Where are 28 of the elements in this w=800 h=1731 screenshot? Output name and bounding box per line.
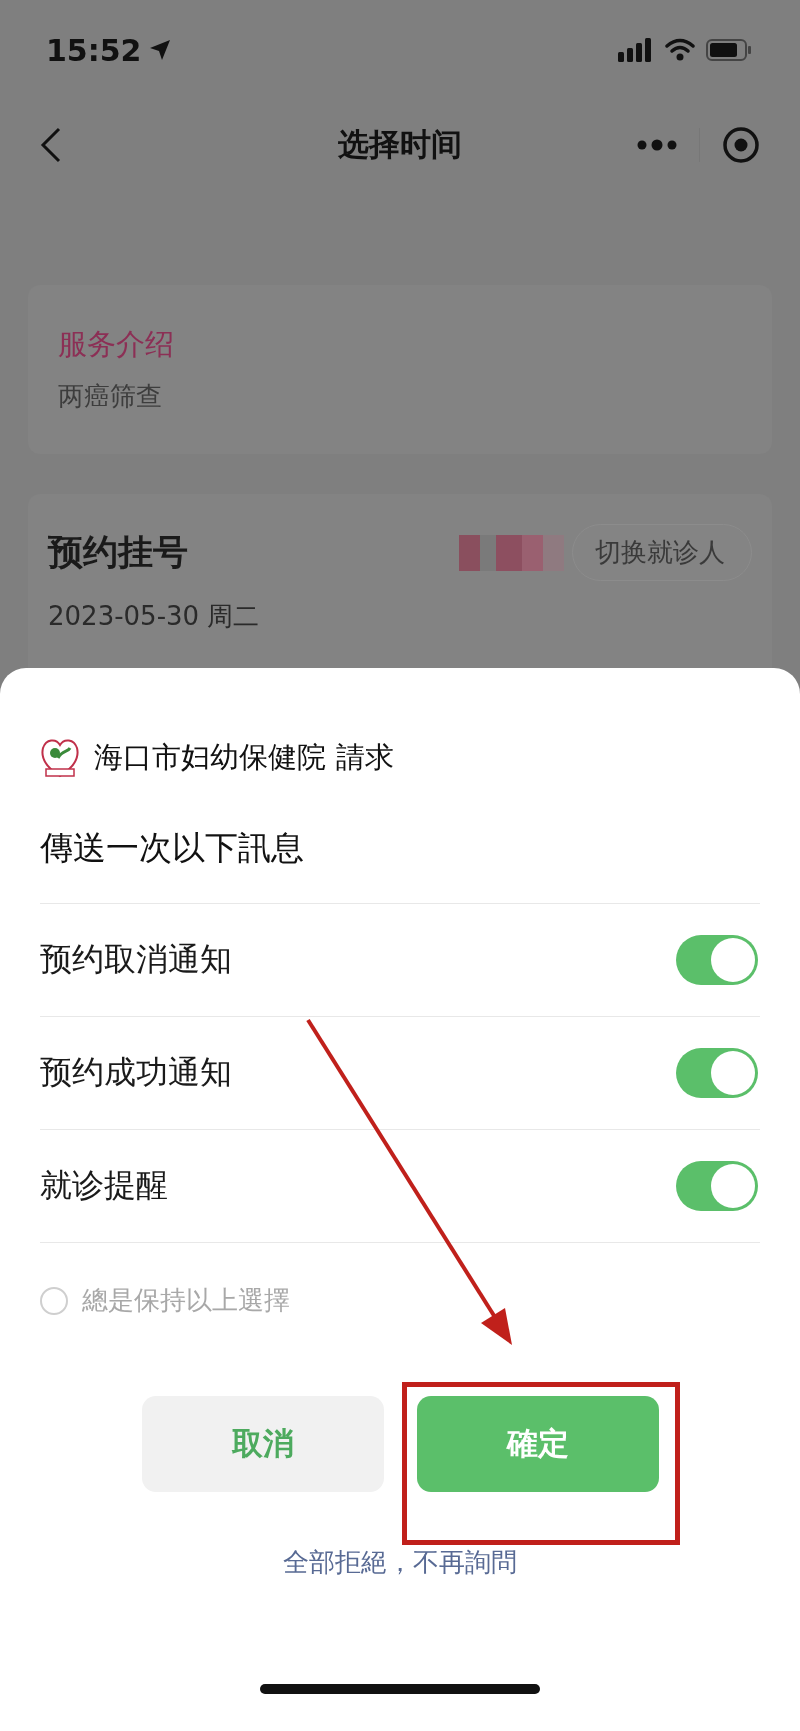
logo-icon [40, 736, 80, 780]
service-heading: 服务介绍 [58, 326, 175, 363]
wifi-icon [664, 38, 696, 62]
cancel-button[interactable]: 取消 [141, 1396, 384, 1492]
signal-icon [618, 38, 654, 62]
service-text: 两癌筛查 [58, 380, 163, 413]
request-label: 請求 [336, 739, 394, 776]
option-label: 预约成功通知 [40, 1052, 232, 1093]
more-icon[interactable] [637, 139, 677, 151]
reject-all-link[interactable]: 全部拒絕，不再詢問 [283, 1545, 517, 1580]
switch-patient-button[interactable]: 切换就诊人 [572, 524, 752, 581]
booking-date: 2023-05-30 周二 [48, 600, 261, 633]
status-time: 15:52 [46, 32, 142, 68]
option-label: 预约取消通知 [40, 939, 232, 980]
option-label: 就诊提醒 [40, 1165, 168, 1206]
remember-label: 總是保持以上選擇 [82, 1284, 290, 1317]
battery-icon [706, 38, 752, 62]
confirm-button[interactable]: 確定 [416, 1396, 659, 1492]
back-icon[interactable] [40, 127, 62, 163]
radio-button[interactable] [40, 1286, 68, 1315]
page-title: 选择时间 [338, 125, 462, 164]
toggle-switch[interactable] [676, 1161, 758, 1211]
toggle-switch[interactable] [676, 935, 758, 985]
booking-heading: 预约挂号 [48, 531, 188, 574]
dialog-subtitle: 傳送一次以下訊息 [40, 826, 760, 904]
toggle-switch[interactable] [676, 1048, 758, 1098]
target-icon[interactable] [722, 126, 760, 164]
requester-name: 海口市妇幼保健院 [94, 739, 326, 776]
